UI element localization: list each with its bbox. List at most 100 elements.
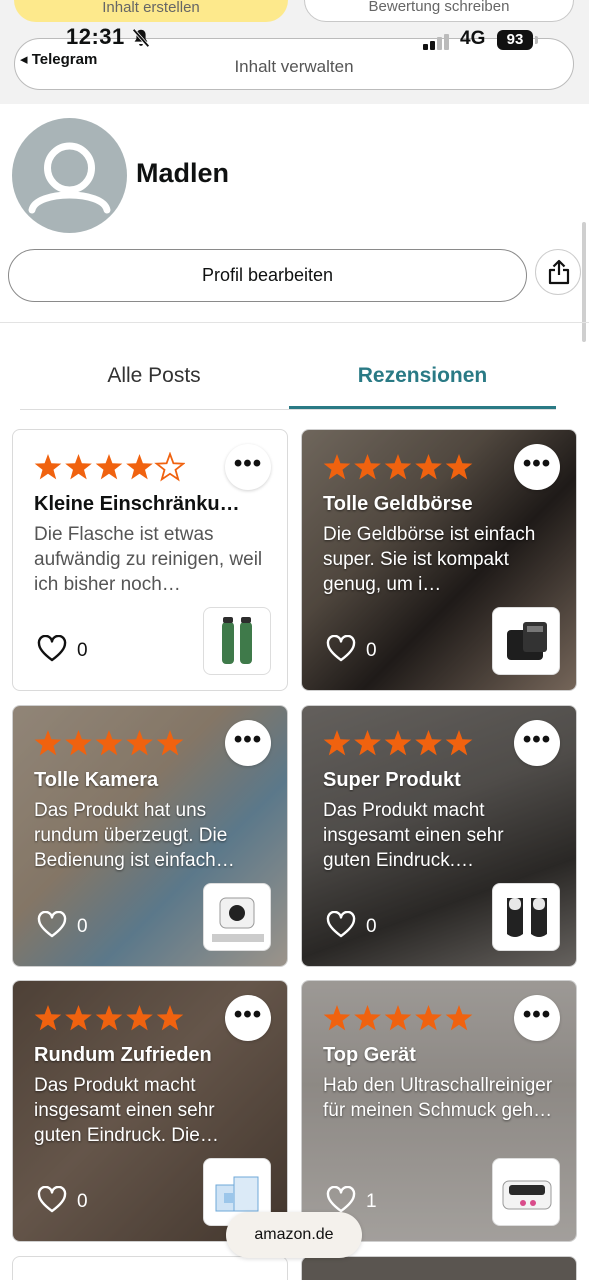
star-filled-icon — [354, 730, 381, 756]
like-count: 0 — [77, 640, 88, 661]
star-filled-icon — [34, 1005, 62, 1031]
bell-muted-icon — [132, 28, 150, 48]
review-card[interactable]: ••• Top Gerät Hab den Ultraschallreinige… — [301, 980, 577, 1242]
wallet-icon[interactable] — [492, 607, 560, 675]
like-count: 0 — [77, 916, 88, 937]
review-title: Top Gerät — [323, 1044, 416, 1066]
star-filled-icon — [323, 454, 351, 480]
heart-icon[interactable] — [37, 635, 67, 663]
star-filled-icon — [126, 454, 153, 480]
active-tab-indicator — [289, 406, 556, 409]
heart-icon[interactable] — [37, 1186, 67, 1214]
star-filled-icon — [445, 454, 473, 480]
star-filled-icon — [445, 730, 473, 756]
more-options-button[interactable]: ••• — [225, 444, 271, 490]
review-text: Hab den Ultraschallreiniger für meinen S… — [323, 1075, 553, 1121]
divider — [0, 322, 589, 323]
star-filled-icon — [323, 1005, 351, 1031]
more-options-button[interactable]: ••• — [514, 995, 560, 1041]
review-title: Super Produkt — [323, 769, 461, 791]
battery-tip — [535, 36, 538, 44]
review-card[interactable]: ••• Tolle Geldbörse Die Geldbörse ist ei… — [301, 429, 577, 691]
star-filled-icon — [445, 1005, 473, 1031]
more-options-button[interactable]: ••• — [225, 720, 271, 766]
scrollbar[interactable] — [582, 222, 586, 342]
star-filled-icon — [384, 1005, 412, 1031]
review-title: Kleine Einschränku… — [34, 493, 240, 515]
review-title: Rundum Zufrieden — [34, 1044, 212, 1066]
star-filled-icon — [354, 454, 381, 480]
star-filled-icon — [34, 454, 62, 480]
water-bottle-icon[interactable] — [203, 607, 271, 675]
signal-icon — [423, 34, 449, 50]
status-time: 12:31 — [66, 24, 125, 49]
review-title: Tolle Kamera — [34, 769, 159, 791]
star-empty-icon — [154, 452, 185, 482]
review-text: Das Produkt macht insgesamt einen sehr g… — [34, 1075, 219, 1146]
star-rating — [323, 454, 473, 480]
more-options-button[interactable]: ••• — [225, 995, 271, 1041]
review-text: Die Flasche ist etwas aufwändig zu reini… — [34, 524, 263, 595]
star-rating — [34, 452, 185, 482]
tab-reviews[interactable]: Rezensionen — [289, 364, 556, 388]
star-filled-icon — [156, 1005, 184, 1031]
review-text: Das Produkt macht insgesamt einen sehr g… — [323, 800, 504, 871]
review-text: Die Geldbörse ist einfach super. Sie ist… — [323, 524, 536, 595]
review-card[interactable]: ••• Tolle Kamera Das Produkt hat uns run… — [12, 705, 288, 967]
share-button[interactable] — [535, 249, 581, 295]
heart-icon[interactable] — [37, 911, 67, 939]
create-content-button[interactable]: Inhalt erstellen — [14, 0, 288, 22]
like-count: 1 — [366, 1191, 377, 1212]
tab-divider — [20, 409, 556, 410]
star-filled-icon — [415, 454, 442, 480]
review-card[interactable]: ••• Super Produkt Das Produkt macht insg… — [301, 705, 577, 967]
ultrasonic-cleaner-icon[interactable] — [492, 1158, 560, 1226]
more-options-button[interactable]: ••• — [514, 720, 560, 766]
review-text: Das Produkt hat uns rundum überzeugt. Di… — [34, 800, 235, 871]
star-filled-icon — [323, 730, 351, 756]
like-count: 0 — [366, 640, 377, 661]
review-card[interactable]: ••• Rundum Zufrieden Das Produkt macht i… — [12, 980, 288, 1242]
star-filled-icon — [65, 730, 92, 756]
review-card[interactable] — [12, 1256, 288, 1280]
star-filled-icon — [95, 1005, 123, 1031]
star-filled-icon — [415, 730, 442, 756]
status-bar: 12:31 ◂ Telegram 4G 93 — [0, 22, 589, 70]
shin-guard-icon[interactable] — [492, 883, 560, 951]
like-count: 0 — [77, 1191, 88, 1212]
domain-pill[interactable]: amazon.de — [226, 1212, 362, 1258]
star-filled-icon — [65, 454, 92, 480]
star-rating — [323, 1005, 473, 1031]
heart-icon[interactable] — [326, 911, 356, 939]
review-card[interactable]: ••• Kleine Einschränku… Die Flasche ist … — [12, 429, 288, 691]
star-filled-icon — [415, 1005, 442, 1031]
star-rating — [34, 1005, 184, 1031]
battery-level: 93 — [497, 30, 533, 50]
star-filled-icon — [384, 730, 412, 756]
star-filled-icon — [95, 730, 123, 756]
star-filled-icon — [354, 1005, 381, 1031]
star-filled-icon — [65, 1005, 92, 1031]
edit-profile-button[interactable]: Profil bearbeiten — [8, 249, 527, 302]
star-filled-icon — [156, 730, 184, 756]
heart-icon[interactable] — [326, 635, 356, 663]
review-card[interactable] — [301, 1256, 577, 1280]
write-review-button[interactable]: Bewertung schreiben — [304, 0, 574, 22]
heart-icon[interactable] — [326, 1186, 356, 1214]
user-silhouette-icon — [28, 142, 111, 214]
share-icon — [548, 259, 570, 285]
tab-all-posts[interactable]: Alle Posts — [20, 364, 288, 388]
camera-icon[interactable] — [203, 883, 271, 951]
star-rating — [34, 730, 184, 756]
like-count: 0 — [366, 916, 377, 937]
more-options-button[interactable]: ••• — [514, 444, 560, 490]
star-filled-icon — [126, 1005, 153, 1031]
star-filled-icon — [34, 730, 62, 756]
star-rating — [323, 730, 473, 756]
avatar[interactable] — [12, 118, 127, 233]
star-filled-icon — [384, 454, 412, 480]
back-to-telegram-link[interactable]: ◂ Telegram — [20, 50, 97, 68]
star-filled-icon — [126, 730, 153, 756]
star-filled-icon — [95, 454, 123, 480]
network-type: 4G — [460, 28, 486, 49]
